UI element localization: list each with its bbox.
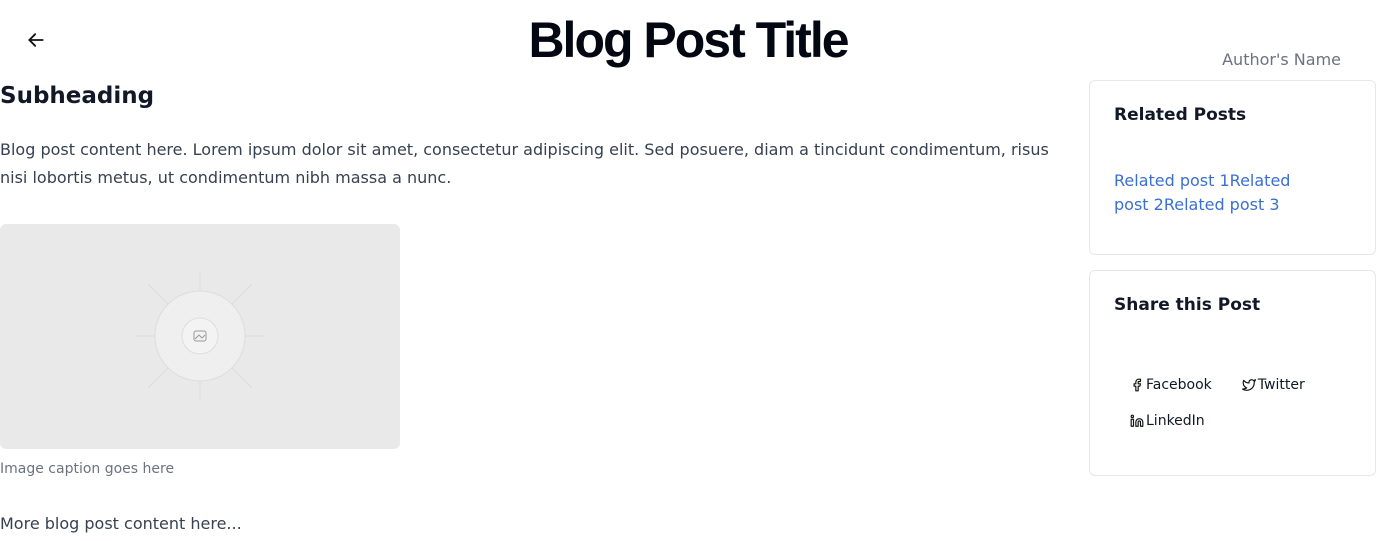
post-more-content: More blog post content here... [0, 514, 242, 533]
page-title: Blog Post Title [528, 12, 849, 68]
related-post-link-3[interactable]: Related post 3 [1164, 195, 1280, 214]
image-caption: Image caption goes here [0, 461, 175, 477]
post-content: Blog post content here. Lorem ipsum dolo… [0, 140, 1049, 187]
facebook-share-button[interactable]: Facebook [1130, 377, 1212, 393]
share-buttons-row-2: LinkedIn [1114, 413, 1351, 429]
twitter-share-button[interactable]: Twitter [1241, 377, 1305, 393]
related-posts-title: Related Posts [1114, 105, 1247, 125]
linkedin-label: LinkedIn [1146, 413, 1205, 429]
facebook-icon [1133, 378, 1142, 392]
image-placeholder-icon [136, 272, 264, 401]
post-body: Subheading Blog post content here. Lorem… [0, 80, 1080, 533]
twitter-label: Twitter [1257, 377, 1305, 393]
author-name: Author's Name [1222, 50, 1341, 69]
related-post-link-1[interactable]: Related post 1 [1114, 171, 1230, 190]
post-image [0, 224, 400, 449]
share-post-title: Share this Post [1114, 295, 1261, 315]
facebook-label: Facebook [1146, 377, 1212, 393]
post-subheading: Subheading [0, 83, 155, 109]
linkedin-icon [1130, 414, 1144, 427]
linkedin-share-button[interactable]: LinkedIn [1130, 413, 1351, 429]
related-posts-card: Related Posts Related post 1Related post… [1089, 80, 1376, 255]
share-post-card: Share this Post Facebook Twitter LinkedI… [1089, 270, 1376, 476]
share-buttons-row: Facebook Twitter [1114, 377, 1351, 393]
related-posts-list: Related post 1Related post 2Related post… [1114, 169, 1329, 217]
twitter-icon [1241, 379, 1256, 391]
